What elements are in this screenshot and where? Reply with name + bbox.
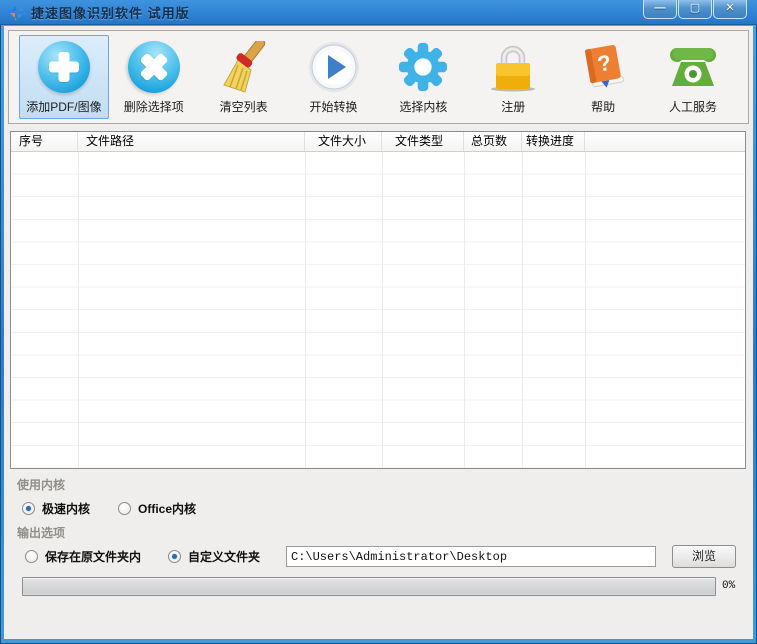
maximize-button[interactable]: ▢ xyxy=(678,0,712,19)
radio-save-original-folder[interactable] xyxy=(25,549,38,563)
broom-icon xyxy=(216,39,272,95)
column-header-progress[interactable]: 转换进度 xyxy=(522,132,585,151)
output-option-custom-folder[interactable]: 自定义文件夹 xyxy=(168,547,260,565)
radio-office-kernel[interactable] xyxy=(118,501,131,515)
delete-selected-button[interactable]: 删除选择项 xyxy=(109,30,199,119)
clear-list-button[interactable]: 清空列表 xyxy=(199,35,289,119)
column-header-filler xyxy=(585,132,745,151)
gear-icon xyxy=(395,39,451,95)
output-path-input[interactable] xyxy=(286,546,656,567)
output-option-original-folder[interactable]: 保存在原文件夹内 xyxy=(25,547,141,565)
browse-button[interactable]: 浏览 xyxy=(672,545,736,568)
phone-icon xyxy=(665,39,721,95)
play-icon xyxy=(306,39,362,95)
file-table-body[interactable] xyxy=(11,152,745,468)
grid-line xyxy=(464,152,465,468)
grid-line xyxy=(382,152,383,468)
radio-custom-folder[interactable] xyxy=(168,549,181,563)
client-area: 添加PDF/图像 删除选择项 清空列表 开始转换 选择内核 注册 ? 帮助 人工… xyxy=(4,26,753,639)
toolbar: 添加PDF/图像 删除选择项 清空列表 开始转换 选择内核 注册 ? 帮助 人工… xyxy=(8,30,749,124)
file-table-header: 序号 文件路径 文件大小 文件类型 总页数 转换进度 xyxy=(11,132,745,152)
window-controls: — ▢ ✕ xyxy=(642,0,747,19)
column-header-size[interactable]: 文件大小 xyxy=(305,132,382,151)
minimize-button[interactable]: — xyxy=(643,0,677,19)
grid-line xyxy=(78,152,79,468)
kernel-option-fast[interactable]: 极速内核 xyxy=(22,499,90,517)
close-button[interactable]: ✕ xyxy=(713,0,747,19)
progress-percent-label: 0% xyxy=(722,580,736,592)
help-button[interactable]: ? 帮助 xyxy=(558,35,648,119)
grid-line xyxy=(522,152,523,468)
column-header-index[interactable]: 序号 xyxy=(11,132,78,151)
titlebar[interactable]: 捷速图像识别软件 试用版 — ▢ ✕ xyxy=(0,0,757,25)
file-table[interactable]: 序号 文件路径 文件大小 文件类型 总页数 转换进度 xyxy=(10,131,746,469)
grid-line xyxy=(305,152,306,468)
progress-bar xyxy=(22,577,716,596)
column-header-path[interactable]: 文件路径 xyxy=(78,132,305,151)
kernel-section-title: 使用内核 xyxy=(17,478,66,492)
output-section-title: 输出选项 xyxy=(17,526,66,540)
column-header-type[interactable]: 文件类型 xyxy=(382,132,464,151)
human-service-button[interactable]: 人工服务 xyxy=(648,35,738,119)
kernel-option-office[interactable]: Office内核 xyxy=(118,499,196,517)
select-kernel-button[interactable]: 选择内核 xyxy=(379,35,469,119)
add-plus-icon xyxy=(36,39,92,95)
add-pdf-image-button[interactable]: 添加PDF/图像 xyxy=(19,35,109,119)
app-logo-icon xyxy=(9,4,25,20)
column-header-pages[interactable]: 总页数 xyxy=(464,132,522,151)
delete-x-icon xyxy=(117,30,191,104)
grid-line xyxy=(585,152,586,468)
register-button[interactable]: 注册 xyxy=(468,35,558,119)
start-convert-button[interactable]: 开始转换 xyxy=(289,35,379,119)
radio-fast-kernel[interactable] xyxy=(22,501,35,515)
help-book-icon: ? xyxy=(575,39,631,95)
window-title: 捷速图像识别软件 试用版 xyxy=(31,5,190,21)
lock-icon xyxy=(485,39,541,95)
app-window: 捷速图像识别软件 试用版 — ▢ ✕ 添加PDF/图像 删除选择项 清空列表 开… xyxy=(0,0,757,644)
